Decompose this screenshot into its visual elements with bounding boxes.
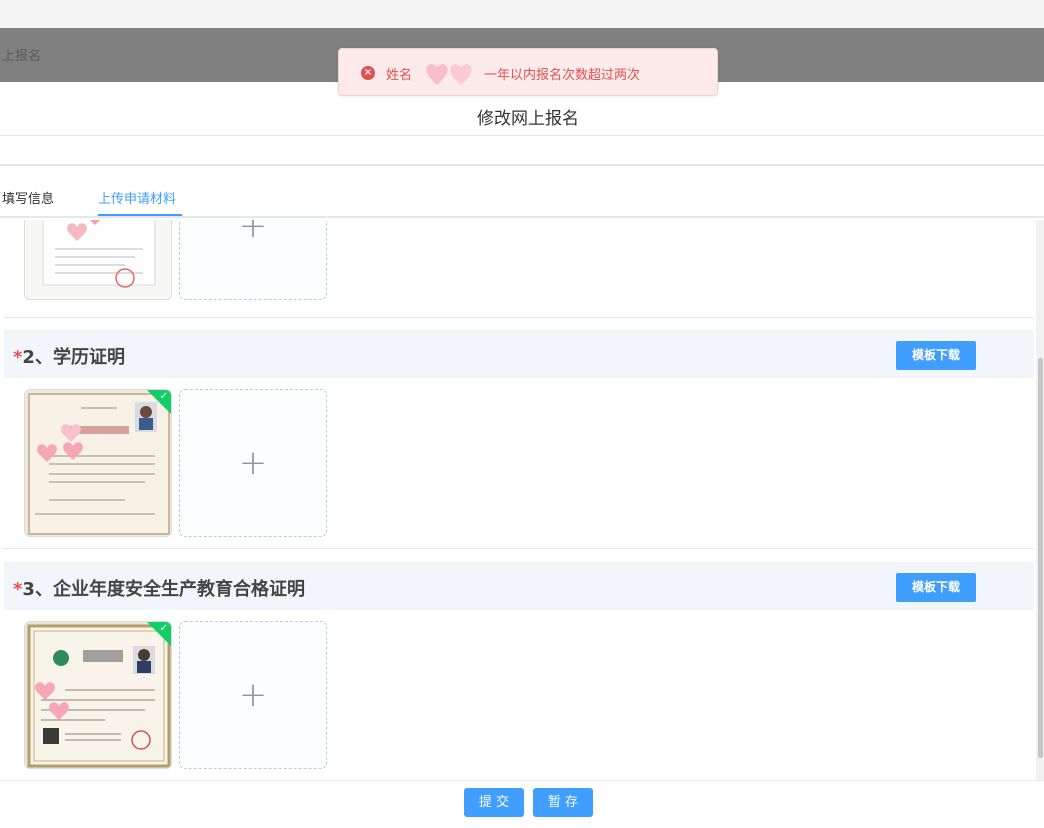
template-download-button[interactable]: 模板下载 — [896, 573, 976, 602]
submit-button[interactable]: 提 交 — [464, 788, 524, 817]
plus-icon: + — [238, 675, 268, 715]
scrollbar-thumb[interactable] — [1038, 358, 1043, 758]
tab-bar: 填写信息 上传申请材料 — [0, 168, 1044, 218]
upload-form-body: + *2、学历证明 模板下载 ✓ + *3、企业年度安全生产教育合格证明 模板下… — [0, 220, 1036, 780]
required-mark: * — [13, 579, 23, 600]
section-title: *2、学历证明 — [13, 343, 125, 369]
certificate-image — [25, 220, 171, 299]
browser-top-strip — [0, 0, 1044, 28]
uploaded-image-thumbnail[interactable]: ✓ — [24, 389, 172, 537]
section-header: *3、企业年度安全生产教育合格证明 模板下载 — [4, 562, 1034, 610]
upload-add-button[interactable]: + — [179, 389, 327, 537]
dialog-title: 修改网上报名 — [477, 109, 579, 129]
tab-fill-info[interactable]: 填写信息 — [2, 188, 54, 207]
upload-add-button[interactable]: + — [179, 621, 327, 769]
section-title-text: 2、学历证明 — [22, 347, 125, 368]
background-page-title: 上报名 — [2, 49, 42, 64]
toast-message-suffix: 一年以内报名次数超过两次 — [484, 68, 641, 83]
required-mark: * — [13, 347, 23, 368]
uploaded-image-thumbnail[interactable] — [24, 220, 172, 300]
dialog-divider — [0, 136, 1044, 166]
error-toast: × 姓名 一年以内报名次数超过两次 — [338, 48, 718, 96]
check-icon: ✓ — [159, 623, 168, 634]
active-tab-indicator — [98, 214, 182, 216]
section-divider — [4, 548, 1034, 549]
plus-icon: + — [238, 220, 268, 246]
uploaded-image-thumbnail[interactable]: ✓ — [24, 621, 172, 769]
section-title-text: 3、企业年度安全生产教育合格证明 — [22, 579, 305, 600]
dialog-footer: 提 交 暂 存 — [0, 780, 1044, 828]
check-icon: ✓ — [159, 391, 168, 402]
section-header: *2、学历证明 模板下载 — [4, 330, 1034, 378]
redacted-name-mark — [426, 64, 472, 85]
template-download-button[interactable]: 模板下载 — [896, 341, 976, 370]
close-circle-icon: × — [361, 66, 375, 80]
tab-upload-materials[interactable]: 上传申请材料 — [98, 188, 176, 207]
upload-add-button[interactable]: + — [179, 220, 327, 300]
plus-icon: + — [238, 443, 268, 483]
section-title: *3、企业年度安全生产教育合格证明 — [13, 575, 305, 601]
toast-message-prefix: 姓名 — [386, 68, 413, 83]
section-divider — [4, 317, 1034, 318]
save-draft-button[interactable]: 暂 存 — [533, 788, 593, 817]
